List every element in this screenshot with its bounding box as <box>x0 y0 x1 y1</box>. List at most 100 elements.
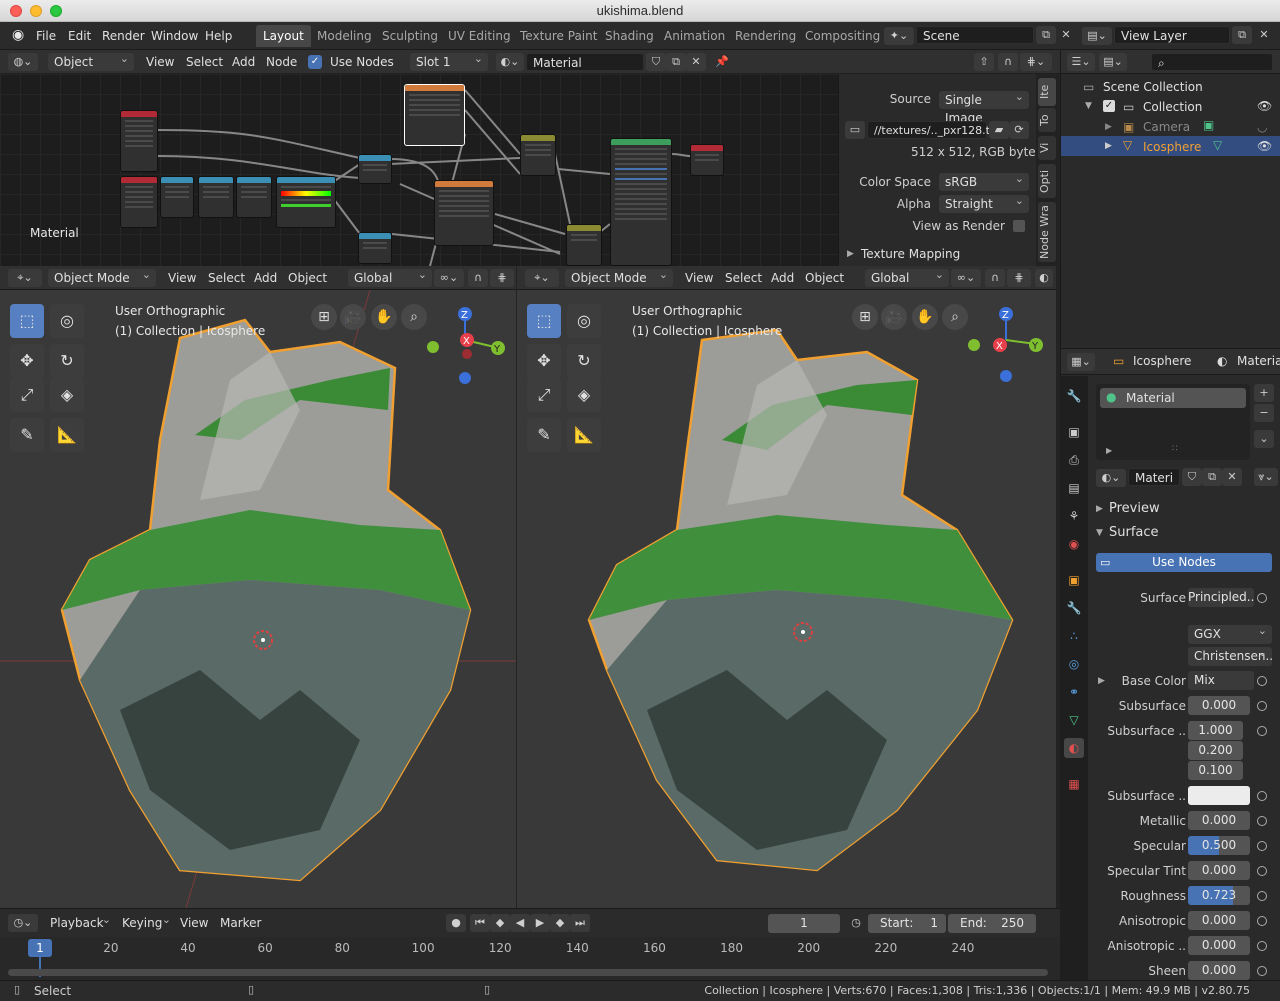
move-tool[interactable]: ✥ <box>527 344 561 378</box>
zoom-icon[interactable]: ⌕ <box>942 304 968 330</box>
socket-link-icon[interactable] <box>1257 791 1267 801</box>
socket-link-icon[interactable] <box>1257 916 1267 926</box>
eye-closed-icon[interactable]: ◡ <box>1257 120 1267 134</box>
alpha-dropdown[interactable]: Straight <box>939 192 1029 213</box>
node-menu-add[interactable]: Add <box>232 53 255 71</box>
tab-item[interactable]: Ite <box>1038 78 1056 106</box>
record-icon[interactable]: ● <box>446 914 466 932</box>
tab-texture-paint[interactable]: Texture Paint <box>513 25 604 47</box>
node-menu-node[interactable]: Node <box>266 53 297 71</box>
socket-link-icon[interactable] <box>1257 966 1267 976</box>
vp-menu-view[interactable]: View <box>685 269 713 287</box>
transform-tool[interactable]: ◈ <box>50 378 84 412</box>
render-tab-icon[interactable]: ▣ <box>1064 422 1084 442</box>
tab-tool[interactable]: To <box>1038 108 1056 132</box>
subsurface-radius-x-field[interactable]: 1.000 <box>1188 721 1243 740</box>
slot-dropdown[interactable]: Slot 1 <box>410 50 488 71</box>
node-box[interactable] <box>358 232 392 264</box>
tab-shading[interactable]: Shading <box>598 25 661 47</box>
outliner-icosphere[interactable]: Icosphere <box>1143 140 1201 154</box>
anisotropic-field[interactable]: 0.000 <box>1188 911 1250 930</box>
close-window-button[interactable] <box>10 5 22 17</box>
pan-hand-icon[interactable]: ✋ <box>371 304 397 330</box>
expand-arrow-icon[interactable]: ▶ <box>847 249 854 259</box>
physics-tab-icon[interactable]: ◎ <box>1064 654 1084 674</box>
node-menu-select[interactable]: Select <box>186 53 223 71</box>
collapse-arrow-icon[interactable]: ▼ <box>1096 528 1103 538</box>
orientation-dropdown[interactable]: Global <box>865 266 949 287</box>
camera-data-icon[interactable]: ▣ <box>1203 118 1214 132</box>
playhead[interactable]: 1 <box>28 939 52 957</box>
node-object-dropdown[interactable]: Object <box>48 50 134 71</box>
editor-type-icon[interactable]: ◍⌄ <box>8 53 38 71</box>
expand-arrow-icon[interactable]: ▶ <box>1105 141 1112 151</box>
editor-type-icon[interactable]: ⌖⌄ <box>525 269 559 287</box>
particles-tab-icon[interactable]: ∴ <box>1064 626 1084 646</box>
node-box[interactable] <box>434 180 494 246</box>
tab-compositing[interactable]: Compositing <box>798 25 887 47</box>
subsurface-radius-y-field[interactable]: 0.200 <box>1188 741 1243 760</box>
socket-link-icon[interactable] <box>1257 866 1267 876</box>
jump-end-icon[interactable]: ⏭ <box>570 914 590 932</box>
node-box[interactable] <box>198 176 234 218</box>
surface-shader-field[interactable]: Principled.. <box>1188 588 1254 607</box>
expand-arrow-icon[interactable]: ▶ <box>1096 504 1103 514</box>
blender-logo-icon[interactable]: ◉ <box>12 27 24 43</box>
vp-menu-select[interactable]: Select <box>725 269 762 287</box>
snap-magnet-icon[interactable]: ∩ <box>998 53 1018 71</box>
texture-tab-icon[interactable]: ▦ <box>1064 774 1084 794</box>
node-canvas[interactable]: Material <box>0 74 838 266</box>
cursor-tool[interactable]: ◎ <box>567 304 601 338</box>
socket-link-icon[interactable] <box>1257 726 1267 736</box>
vp-menu-view[interactable]: View <box>168 269 196 287</box>
metallic-field[interactable]: 0.000 <box>1188 811 1250 830</box>
sheen-field[interactable]: 0.000 <box>1188 961 1250 980</box>
pivot-icon[interactable]: ∞⌄ <box>434 269 464 287</box>
node-box[interactable] <box>120 110 158 172</box>
material-browse-icon[interactable]: ◐⌄ <box>1096 469 1126 487</box>
scene-browse-icon[interactable]: ✦⌄ <box>884 27 914 45</box>
tab-sculpting[interactable]: Sculpting <box>375 25 445 47</box>
minimize-window-button[interactable] <box>30 5 42 17</box>
open-file-icon[interactable]: ▰ <box>989 121 1009 139</box>
material-name-field[interactable]: Material <box>526 53 644 71</box>
select-box-tool[interactable]: ⬚ <box>527 304 561 338</box>
anisotropic-rotation-field[interactable]: 0.000 <box>1188 936 1250 955</box>
material-tab-icon[interactable]: ◐ <box>1064 738 1084 758</box>
material-browse-icon[interactable]: ◐⌄ <box>496 53 524 71</box>
scene-tab-icon[interactable]: ⚘ <box>1064 506 1084 526</box>
snap-options-icon[interactable]: ⋕ <box>1007 269 1031 287</box>
subsurface-method-dropdown[interactable]: Christensen.. <box>1188 644 1273 666</box>
rotate-tool[interactable]: ↻ <box>50 344 84 378</box>
annotate-tool[interactable]: ✎ <box>10 418 44 452</box>
object-mode-dropdown[interactable]: Object Mode <box>565 266 673 287</box>
new-scene-icon[interactable]: ⧉ <box>1036 26 1056 44</box>
outliner-search-input[interactable]: ⌕ <box>1151 53 1273 71</box>
grid-toggle-icon[interactable]: ⊞ <box>311 304 337 330</box>
scale-tool[interactable]: ⤢ <box>527 378 561 412</box>
playback-menu[interactable]: Playback <box>44 911 116 932</box>
duplicate-material-icon[interactable]: ⧉ <box>666 53 686 71</box>
cursor-tool[interactable]: ◎ <box>50 304 84 338</box>
prev-keyframe-icon[interactable]: ◆ <box>490 914 510 932</box>
end-frame-field[interactable]: End: 250 <box>948 914 1036 933</box>
node-box[interactable] <box>520 134 556 176</box>
distribution-dropdown[interactable]: GGX <box>1188 622 1272 644</box>
camera-view-icon[interactable]: 🎥 <box>340 304 366 330</box>
view-layer-tab-icon[interactable]: ▤ <box>1064 478 1084 498</box>
parent-node-tree-icon[interactable]: ⇧ <box>974 53 994 71</box>
display-mode-icon[interactable]: ▤⌄ <box>1099 53 1127 71</box>
use-nodes-button[interactable]: ▭ Use Nodes <box>1096 553 1272 572</box>
world-tab-icon[interactable]: ◉ <box>1064 534 1084 554</box>
tab-options[interactable]: Opti <box>1038 164 1056 198</box>
expand-arrow-icon[interactable]: ▶ <box>1105 122 1112 132</box>
subsurface-color-swatch[interactable] <box>1188 786 1250 805</box>
menu-window[interactable]: Window <box>151 27 198 45</box>
next-keyframe-icon[interactable]: ◆ <box>550 914 570 932</box>
node-box[interactable] <box>566 224 602 266</box>
viewport-right[interactable]: ⌖⌄ Object Mode View Select Add Object Gl… <box>517 266 1056 908</box>
modifier-tab-icon[interactable]: 🔧 <box>1064 598 1084 618</box>
orientation-dropdown[interactable]: Global <box>348 266 432 287</box>
node-box[interactable] <box>236 176 272 218</box>
keying-menu[interactable]: Keying <box>116 911 176 932</box>
